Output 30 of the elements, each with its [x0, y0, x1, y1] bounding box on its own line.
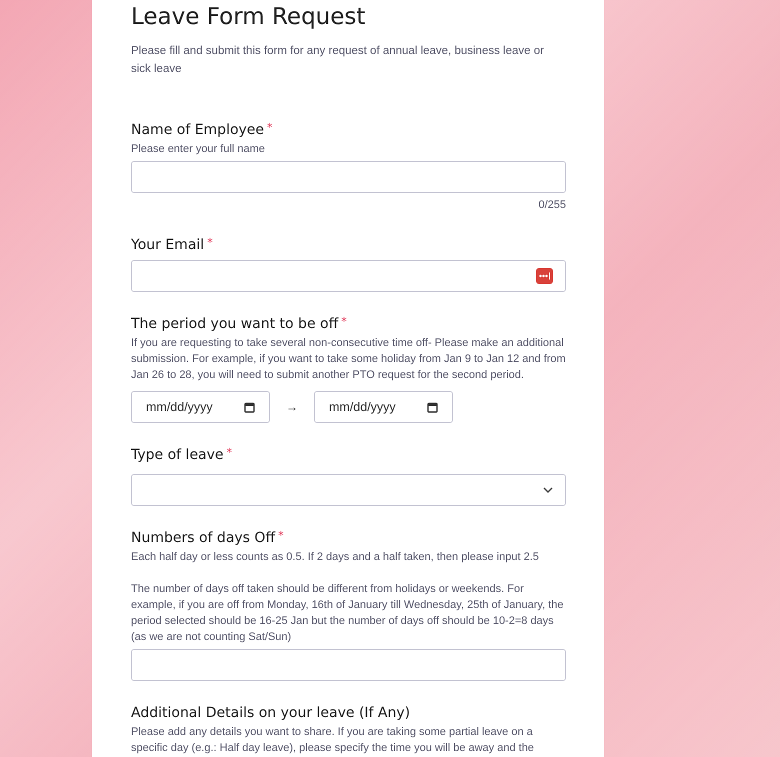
- text-input[interactable]: [131, 649, 566, 682]
- help-text: Each half day or less counts as 0.5. If 2 days and a half taken, then please input 2.5: [131, 550, 540, 566]
- text-input[interactable]: [131, 160, 566, 193]
- field-label: Type of leave: [131, 446, 224, 466]
- required-mark: *: [267, 120, 273, 136]
- email-input[interactable]: [131, 260, 566, 292]
- help-text: The number of days off taken should be different from holidays or weekends. For example, if you are off from Monday, 16th of January till Wednesday, 25th of January, the period selected should be 16-25 Jan but the number of days off should be 10-2=8 days (as we are not counting Sat/Sun): [131, 582, 564, 646]
- help-text: Please enter your full name: [131, 142, 266, 157]
- character-counter: 0/255: [537, 198, 566, 213]
- required-mark: *: [341, 314, 347, 330]
- calendar-icon: [244, 402, 255, 413]
- calendar-icon: [427, 402, 438, 413]
- required-mark: *: [278, 528, 284, 544]
- arrow-separator: →: [286, 399, 298, 416]
- form-description: Please fill and submit this form for any request of annual leave, business leave or sick leave: [131, 44, 545, 77]
- form-title: Leave Form Request: [131, 4, 366, 32]
- date-field[interactable]: mm/dd/yyyy: [131, 391, 270, 424]
- date-field[interactable]: mm/dd/yyyy: [314, 391, 453, 424]
- field-label: Name of Employee: [131, 120, 264, 140]
- field-label: Your Email: [131, 236, 204, 256]
- required-mark: *: [207, 235, 213, 252]
- password-manager-icon[interactable]: [536, 268, 553, 284]
- field-label: Numbers of days Off: [131, 529, 276, 548]
- help-text: If you are requesting to take several non-consecutive time off- Please make an additional submission. For example, if you want to take some holiday from Jan 9 to Jan 12 and from Jan 26 to 28, you will need to submit another PTO request for the second period.: [131, 336, 566, 384]
- field-label: The period you want to be off: [131, 315, 338, 334]
- leave-type-dropdown[interactable]: [131, 474, 566, 506]
- required-mark: *: [226, 445, 232, 462]
- help-text: Please add any details you want to share. If you are taking some partial leave on a specific day (e.g.: Half day leave), please specify the time you will be away and the: [131, 725, 535, 756]
- chevron-down-icon: [543, 487, 553, 494]
- field-label: Additional Details on your leave (If Any): [131, 704, 410, 724]
